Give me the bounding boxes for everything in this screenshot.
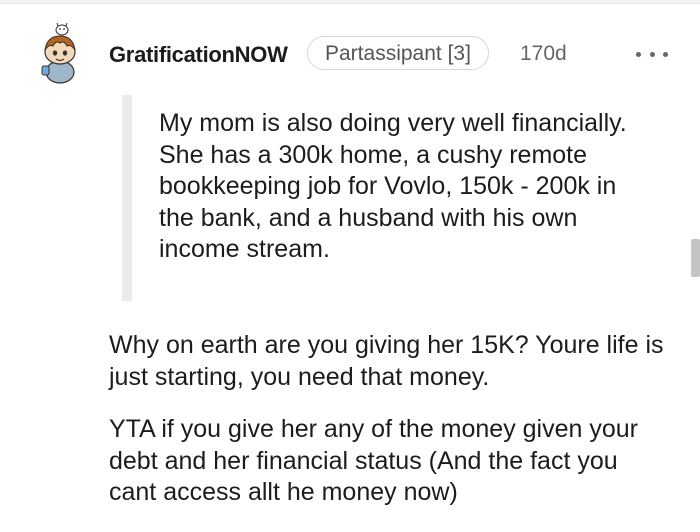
comment-author[interactable]: GratificationNOW: [109, 42, 288, 68]
more-options-icon: [636, 51, 641, 57]
avatar[interactable]: [34, 22, 86, 84]
scrollbar-thumb[interactable]: [691, 239, 700, 277]
more-options-icon: [663, 51, 668, 57]
comment-header: GratificationNOW Partassipant [3] 170d: [0, 20, 700, 86]
more-options-button[interactable]: [636, 46, 668, 62]
user-flair-badge: Partassipant [3]: [307, 36, 489, 70]
top-divider: [0, 0, 700, 4]
snoo-avatar-icon: [41, 22, 76, 84]
comment-paragraph: YTA if you give her any of the money giv…: [109, 415, 638, 506]
blockquote: My mom is also doing very well financial…: [122, 95, 642, 301]
more-options-icon: [649, 51, 655, 57]
quote-text: My mom is also doing very well financial…: [159, 109, 627, 263]
comment-paragraph: Why on earth are you giving her 15K? You…: [109, 331, 664, 391]
quote-bar: [122, 95, 132, 301]
comment-age: 170d: [520, 42, 567, 65]
